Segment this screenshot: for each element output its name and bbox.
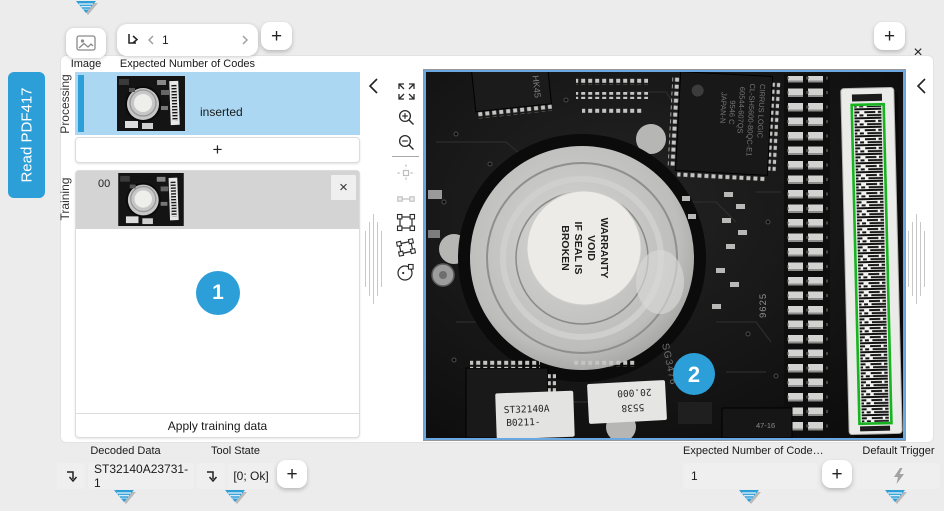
board-barcode-strip [841,87,903,438]
expected-codes-input[interactable]: 1 [683,463,817,489]
remove-training-item-button[interactable]: × [331,175,356,200]
circle-region-button[interactable] [394,261,418,283]
add-output-button[interactable]: + [277,460,307,488]
svg-text:47-16: 47-16 [756,421,775,430]
rotated-rectangle-region-button[interactable] [394,236,418,258]
splitter-grip-left[interactable] [365,212,382,306]
svg-text:IF SEAL IS: IF SEAL IS [572,222,584,275]
image-viewer[interactable]: HK45 15µ 35 WARRANTY VOID IF SEAL IS BRO… [424,70,905,440]
link-output-icon [64,469,78,484]
svg-text:9625: 9625 [758,293,769,318]
drop-target-arrow-top [75,1,99,17]
decoded-data-label: Decoded Data [57,445,194,457]
board-chip-cirrus: CIRRUS LOGIC CL-SH5600-80QC-E1 60544-607… [667,72,780,183]
training-item-index: 00 [98,178,110,190]
drop-target-arrow-decoded [113,490,137,506]
processing-item-thumbnail[interactable] [117,76,185,131]
svg-text:VOID: VOID [585,235,597,261]
apply-training-data-button[interactable]: Apply training data [76,413,359,437]
add-input-button[interactable]: + [822,460,852,488]
svg-text:B0211-: B0211- [506,417,541,429]
processing-section-label: Processing [57,72,73,135]
expected-codes-stepper[interactable]: 1 [117,24,258,56]
drop-target-arrow-expected [738,490,762,506]
link-output-icon [204,469,218,484]
toolbar-divider [392,156,419,157]
fit-to-screen-button[interactable] [394,80,418,102]
image-slot-card[interactable] [66,28,106,58]
svg-text:BROKEN: BROKEN [559,225,571,271]
svg-text:WARRANTY: WARRANTY [598,218,610,279]
training-section-label: Training [57,170,73,228]
splitter-grip-right[interactable] [908,212,925,306]
close-panel-button[interactable]: × [908,44,928,62]
training-item-thumbnail[interactable] [117,173,185,226]
tab-read-pdf417[interactable]: Read PDF417 [8,72,45,198]
board-image: HK45 15µ 35 WARRANTY VOID IF SEAL IS BRO… [426,72,903,438]
default-trigger-label: Default Trigger [857,445,940,457]
tool-state-label: Tool State [197,445,274,457]
stepper-decrease-icon[interactable] [147,35,155,45]
point-tool-button-disabled[interactable] [394,162,418,184]
expected-codes-bottom-label: Expected Number of Code… [683,445,817,457]
add-processing-image-button[interactable]: + [75,137,360,163]
link-input-icon [125,32,141,48]
rectangle-region-button[interactable] [394,211,418,233]
zoom-in-button[interactable] [394,106,418,128]
board-label-st: ST32140A B0211- [495,391,575,438]
stepper-increase-icon[interactable] [241,35,249,45]
expected-codes-value: 1 [162,33,169,47]
expected-codes-label: Expected Number of Codes [105,58,270,70]
board-connector [787,76,828,436]
drop-target-arrow-trigger [884,490,908,506]
svg-text:5538: 5538 [621,401,645,413]
lightning-icon [893,468,905,484]
selection-accent-bar [78,75,84,132]
output-link-button[interactable] [57,463,85,489]
tool-state-field[interactable]: [0; Ok] [228,463,274,489]
board-chip-topleft: HK45 [471,72,552,119]
step-marker-2: 2 [673,353,715,395]
board-label-rotated: 5538 20.000 [587,380,667,424]
zoom-out-button[interactable] [394,131,418,153]
processing-item-status: inserted [200,105,243,119]
step-marker-1: 1 [196,271,240,315]
tool-tab-label: Read PDF417 [18,87,35,182]
svg-text:ST32140A: ST32140A [504,404,550,417]
decoded-data-field[interactable]: ST32140A23731-1 [88,463,194,489]
add-parameter-button[interactable]: + [261,22,292,50]
default-trigger-button[interactable] [857,463,940,489]
tool-state-link-button[interactable] [197,463,225,489]
drop-target-arrow-toolstate [224,490,248,506]
add-result-button[interactable]: + [874,22,905,50]
edge-tool-button-disabled[interactable] [394,188,418,210]
collapse-right-panel-icon[interactable] [914,77,930,95]
image-icon [76,35,96,51]
collapse-left-panel-icon[interactable] [366,77,382,95]
svg-text:JAPAN-N: JAPAN-N [718,92,729,124]
svg-text:2: 2 [688,362,700,387]
svg-text:20.000: 20.000 [617,386,652,399]
